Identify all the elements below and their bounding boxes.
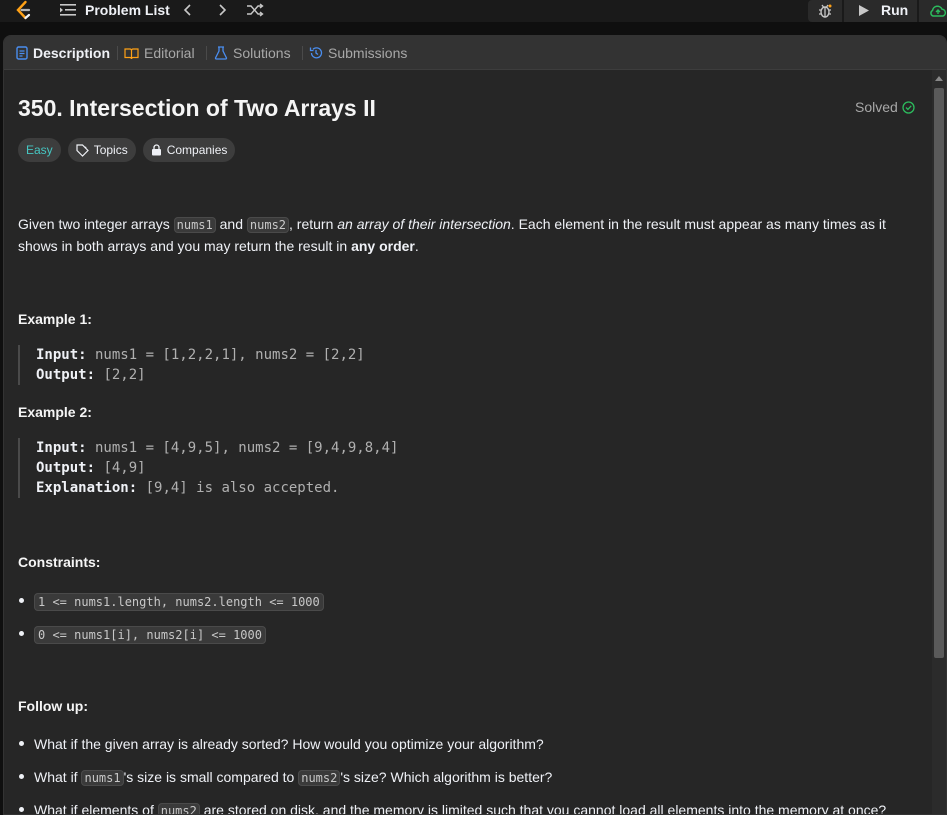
example-1-output: [2,2] [95,367,146,383]
followup-heading: Follow up: [18,698,88,714]
tag-icon [76,143,89,157]
tab-bar: Description Editorial Solutions Submissi… [4,36,946,70]
tab-description-label: Description [33,45,111,61]
shuffle-icon[interactable] [245,1,265,19]
inline-code: nums2 [298,770,341,786]
constraints-list: 1 <= nums1.length, nums2.length <= 1000 … [18,591,918,657]
example-1-input: nums1 = [1,2,2,1], nums2 = [2,2] [86,347,365,363]
inline-code: nums2 [246,217,290,233]
example-2-explanation: [9,4] is also accepted. [137,480,340,496]
bug-icon [819,4,832,18]
followup-text: 's size? Which algorithm is better? [340,769,553,785]
submit-button[interactable] [919,0,947,22]
debug-button[interactable] [808,0,842,22]
constraints-heading: Constraints: [18,554,101,570]
example-2-output-line: Output: [4,9] [36,458,618,478]
topics-button[interactable]: Topics [67,138,136,162]
desc-text: Given two integer arrays [18,216,174,232]
tab-description[interactable]: Description [16,44,110,62]
book-icon [124,47,139,59]
inline-code: nums1 [173,217,216,233]
example-1-block: Input: nums1 = [1,2,2,1], nums2 = [2,2] … [18,345,618,385]
description-icon [16,46,28,60]
tab-submissions[interactable]: Submissions [309,44,407,62]
scrollbar-thumb[interactable] [934,88,944,658]
followup-item: What if the given array is already sorte… [18,734,918,767]
lock-icon [151,144,161,156]
scroll-up-arrow-icon[interactable] [935,76,943,81]
solved-status: Solved [855,99,915,115]
history-icon [309,47,323,59]
description-panel: Description Editorial Solutions Submissi… [3,35,947,815]
run-button[interactable]: Run [844,0,917,22]
constraint-code: 0 <= nums1[i], nums2[i] <= 1000 [34,626,266,644]
followup-text: What if [34,769,82,785]
desc-emphasis: an array of their intersection [337,216,511,232]
followup-text: are stored on disk, and the memory is li… [199,802,887,815]
tab-divider [302,46,303,60]
tab-submissions-label: Submissions [328,45,408,61]
run-label: Run [881,2,909,18]
chevron-left-icon[interactable] [179,1,197,19]
output-label: Output: [36,460,96,476]
example-2-input: nums1 = [4,9,5], nums2 = [9,4,9,8,4] [86,440,399,456]
inline-code: nums2 [157,803,200,814]
example-2-block: Input: nums1 = [4,9,5], nums2 = [9,4,9,8… [18,438,618,498]
desc-strong: any order [351,238,415,254]
followup-item: What if elements of nums2 are stored on … [18,800,918,815]
problem-list-link[interactable]: Problem List [85,2,170,18]
problem-description: Given two integer arrays nums1 and nums2… [18,214,903,257]
constraint-item: 1 <= nums1.length, nums2.length <= 1000 [18,591,918,624]
tab-solutions-label: Solutions [233,45,291,61]
example-1-heading: Example 1: [18,311,92,327]
check-circle-icon [902,100,915,114]
followup-item: What if nums1's size is small compared t… [18,767,918,800]
followup-text: What if the given array is already sorte… [34,736,544,752]
input-label: Input: [36,347,87,363]
example-1-output-line: Output: [2,2] [36,365,618,385]
example-2-explanation-line: Explanation: [9,4] is also accepted. [36,478,618,498]
explanation-label: Explanation: [36,480,138,496]
example-2-heading: Example 2: [18,404,92,420]
chevron-right-icon[interactable] [213,1,231,19]
problem-tags: Easy Topics Companies [18,138,236,162]
flask-icon [214,46,228,60]
companies-label: Companies [166,143,228,157]
desc-text: , return [289,216,338,232]
play-icon [859,5,869,16]
tab-editorial[interactable]: Editorial [124,44,195,62]
companies-button[interactable]: Companies [142,138,236,162]
output-label: Output: [36,367,96,383]
tab-editorial-label: Editorial [144,45,195,61]
list-icon[interactable] [60,3,76,17]
cloud-upload-icon [930,5,947,17]
tab-solutions[interactable]: Solutions [214,44,291,62]
example-2-input-line: Input: nums1 = [4,9,5], nums2 = [9,4,9,8… [36,438,618,458]
desc-text: and [215,216,247,232]
inline-code: nums1 [81,770,124,786]
followup-list: What if the given array is already sorte… [18,734,918,815]
desc-text: . [414,238,419,254]
followup-text: 's size is small compared to [123,769,299,785]
example-1-input-line: Input: nums1 = [1,2,2,1], nums2 = [2,2] [36,345,618,365]
constraint-item: 0 <= nums1[i], nums2[i] <= 1000 [18,624,918,657]
topics-label: Topics [93,143,128,157]
top-navbar: Problem List Run [0,0,947,22]
tab-divider [117,46,118,60]
followup-text: What if elements of [34,802,158,815]
tab-divider [206,46,207,60]
solved-label: Solved [855,99,898,115]
difficulty-badge: Easy [18,138,61,162]
constraint-code: 1 <= nums1.length, nums2.length <= 1000 [34,593,324,611]
problem-title: 350. Intersection of Two Arrays II [18,95,376,121]
input-label: Input: [36,440,87,456]
leetcode-logo-icon[interactable] [13,0,33,20]
example-2-output: [4,9] [95,460,146,476]
